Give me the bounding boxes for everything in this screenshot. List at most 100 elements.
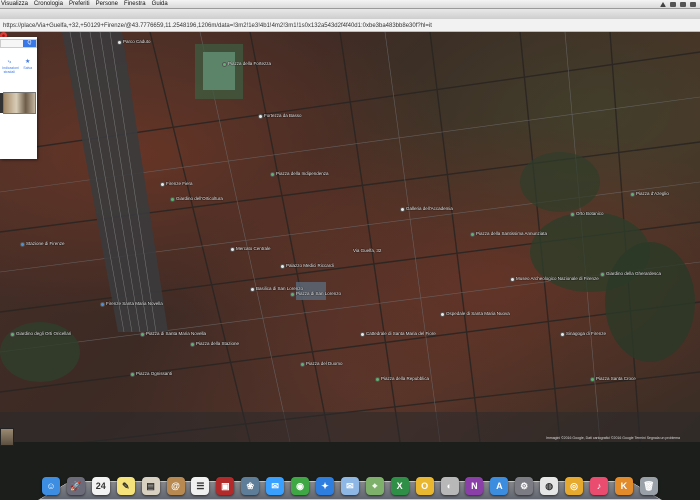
train-icon[interactable]: [20, 242, 25, 247]
church-icon[interactable]: [360, 332, 365, 337]
facetime-icon[interactable]: ◉: [291, 477, 310, 495]
map-label[interactable]: Cattedrale di Santa Maria del Fiore: [366, 331, 436, 336]
church-icon[interactable]: [250, 287, 255, 292]
appstore-icon[interactable]: A: [490, 477, 509, 495]
square-icon[interactable]: [222, 62, 227, 67]
map-label[interactable]: Giardino dell'Orticoltura: [176, 196, 223, 201]
map-label[interactable]: Sinagoga di Firenze: [566, 331, 606, 336]
map-label[interactable]: Piazza Ognissanti: [136, 371, 172, 376]
finder-bw-icon[interactable]: ◐: [440, 477, 459, 495]
selected-place-label[interactable]: Via Guelfa, 32: [353, 248, 381, 253]
notes-icon[interactable]: ✎: [116, 477, 135, 495]
square-icon[interactable]: [270, 172, 275, 177]
finder-icon[interactable]: ☺: [42, 477, 60, 495]
upload-icon[interactable]: [660, 1, 666, 7]
museum-icon[interactable]: [400, 207, 405, 212]
map-label[interactable]: Piazza della Santissima Annunziata: [476, 231, 547, 236]
reminders-icon[interactable]: ☰: [191, 477, 210, 495]
search-box[interactable]: Q: [0, 39, 37, 48]
menu-persone[interactable]: Persone: [93, 0, 121, 9]
map-label[interactable]: Firenze Santa Maria Novella: [106, 301, 163, 306]
map-label[interactable]: Stazione di Firenze: [26, 241, 65, 246]
place-photo[interactable]: [3, 92, 36, 114]
fair-icon[interactable]: [160, 182, 165, 187]
street-view-thumbnail[interactable]: [0, 428, 14, 446]
map-label[interactable]: Piazza della Repubblica: [381, 376, 429, 381]
keynote-icon[interactable]: K: [614, 477, 633, 495]
contacts-icon[interactable]: @: [166, 477, 185, 495]
map-label[interactable]: Firenze Fiera: [166, 181, 193, 186]
map-label[interactable]: Piazza della Fortezza: [228, 61, 271, 66]
chrome-icon[interactable]: ◎: [565, 477, 584, 495]
map-label[interactable]: Piazza di San Lorenzo: [296, 291, 341, 296]
park-icon[interactable]: [170, 197, 175, 202]
map-label[interactable]: Parco Caduto: [123, 39, 151, 44]
map-label[interactable]: Palazzo Medici Riccardi: [286, 263, 334, 268]
maps-icon[interactable]: ⌖: [365, 477, 384, 495]
map-label[interactable]: Giardino della Gherardesca: [606, 271, 661, 276]
launchpad-icon[interactable]: 🚀: [66, 477, 85, 495]
map-label[interactable]: Ospedale di Santa Maria Nuova: [446, 311, 510, 316]
museum-icon[interactable]: [510, 277, 515, 282]
square-icon[interactable]: [190, 342, 195, 347]
onenote-icon[interactable]: N: [465, 477, 484, 495]
market-icon[interactable]: [230, 247, 235, 252]
square-icon[interactable]: [590, 377, 595, 382]
address-bar[interactable]: https://place/Via+Guelfa,+32,+50129+Fire…: [0, 18, 700, 32]
save-button[interactable]: ★ Salva: [21, 59, 35, 74]
park-icon[interactable]: [630, 192, 635, 197]
excel-icon[interactable]: X: [390, 477, 409, 495]
square-icon[interactable]: [375, 377, 380, 382]
map-label[interactable]: Galleria dell'Accademia: [406, 206, 453, 211]
map-label[interactable]: Museo Archeologico Nazionale di Firenze: [516, 276, 599, 281]
menu-cronologia[interactable]: Cronologia: [31, 0, 66, 9]
square-icon[interactable]: [290, 292, 295, 297]
square-icon[interactable]: [130, 372, 135, 377]
outlook-icon[interactable]: O: [415, 477, 434, 495]
menu-finestra[interactable]: Finestra: [121, 0, 149, 9]
map-label[interactable]: Piazza Santa Croce: [596, 376, 636, 381]
map-label[interactable]: Basilica di San Lorenzo: [256, 286, 303, 291]
park-icon[interactable]: [10, 332, 15, 337]
menu-visualizza[interactable]: Visualizza: [0, 0, 31, 9]
square-icon[interactable]: [140, 332, 145, 337]
map-label[interactable]: Piazza della Indipendenza: [276, 171, 329, 176]
synagogue-icon[interactable]: [560, 332, 565, 337]
battery-icon[interactable]: [690, 1, 696, 7]
fortress-icon[interactable]: [258, 114, 263, 119]
square-icon[interactable]: [300, 362, 305, 367]
system-prefs-icon[interactable]: ⚙: [515, 477, 534, 495]
photos-icon[interactable]: ◍: [540, 477, 559, 495]
train-icon[interactable]: [100, 302, 105, 307]
wifi-icon[interactable]: [680, 1, 686, 7]
map-label[interactable]: Piazza d'Azeglio: [636, 191, 669, 196]
calendar-icon[interactable]: 24: [91, 477, 110, 495]
park-icon[interactable]: [117, 40, 122, 45]
museum-icon[interactable]: [280, 264, 285, 269]
trash-icon[interactable]: 🗑: [639, 477, 658, 495]
map-label[interactable]: Piazza di Santa Maria Novella: [146, 331, 206, 336]
map-label[interactable]: Giardino degli Orti Oricellari: [16, 331, 71, 336]
map-label[interactable]: Piazza della Stazione: [196, 341, 239, 346]
menu-guida[interactable]: Guida: [149, 0, 171, 9]
square-icon[interactable]: [470, 232, 475, 237]
url-text[interactable]: https://place/Via+Guelfa,+32,+50129+Fire…: [3, 20, 432, 32]
hospital-icon[interactable]: [440, 312, 445, 317]
messages-icon[interactable]: ✉: [266, 477, 285, 495]
preview-icon[interactable]: ▤: [141, 477, 160, 495]
mail-icon[interactable]: ✉: [340, 477, 359, 495]
map-label[interactable]: Fortezza da Basso: [264, 113, 302, 118]
box-icon[interactable]: [670, 1, 676, 7]
map-label[interactable]: Orto Botanico: [576, 211, 604, 216]
search-button[interactable]: Q: [23, 40, 36, 47]
menu-preferiti[interactable]: Preferiti: [66, 0, 93, 9]
map-label[interactable]: Piazza del Duomo: [306, 361, 343, 366]
photo-booth-icon[interactable]: ▣: [216, 477, 235, 495]
directions-button[interactable]: ⤷ Indicazioni stradali: [2, 59, 19, 74]
map-label[interactable]: Mercato Centrale: [236, 246, 271, 251]
satellite-map[interactable]: Parco Caduto Piazza della Fortezza Forte…: [0, 32, 700, 442]
safari-icon[interactable]: ✦: [315, 477, 334, 495]
park-icon[interactable]: [570, 212, 575, 217]
iphoto-icon[interactable]: ❀: [241, 477, 260, 495]
park-icon[interactable]: [600, 272, 605, 277]
